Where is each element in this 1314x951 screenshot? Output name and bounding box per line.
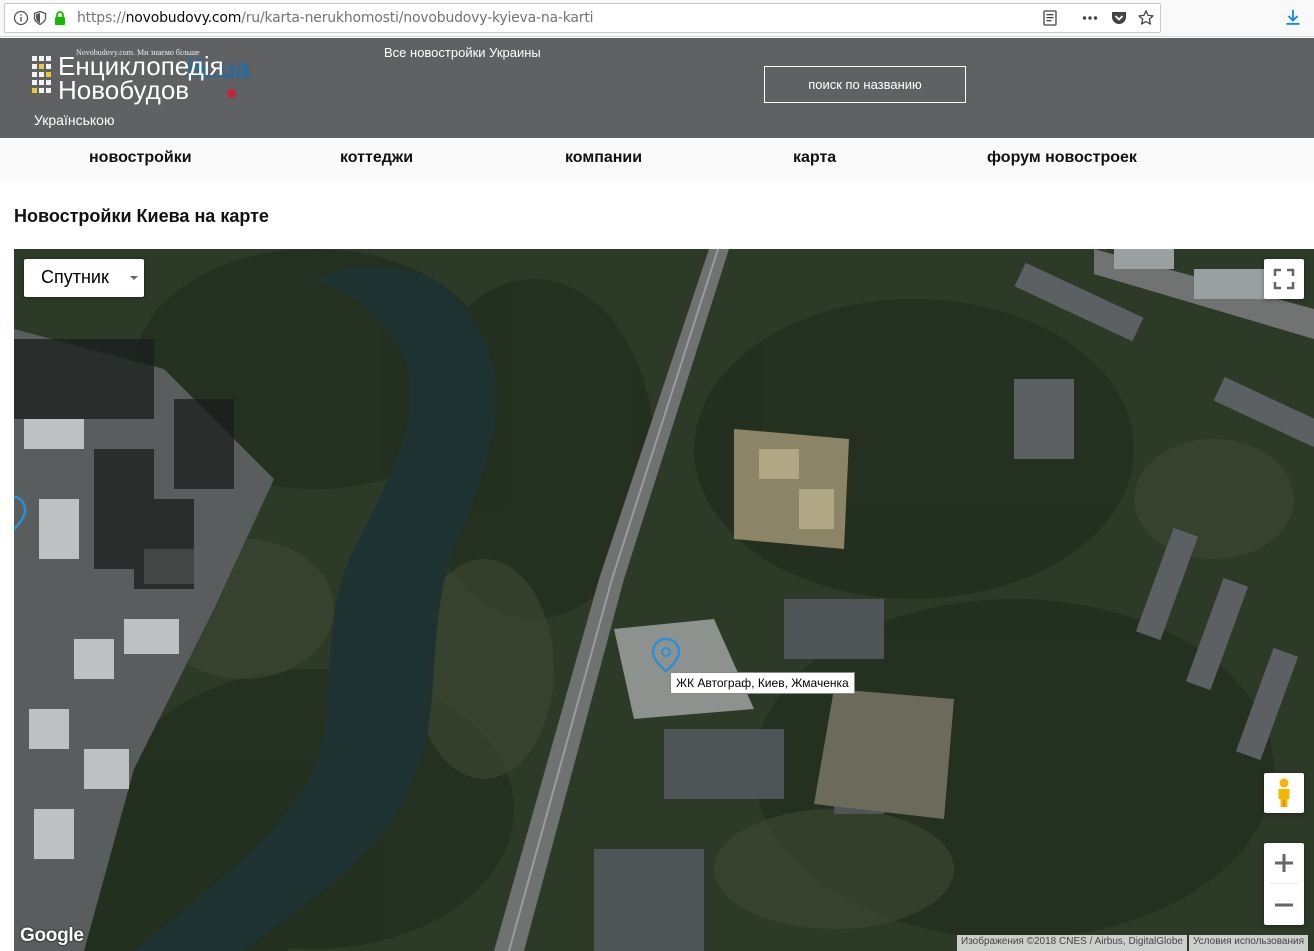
street-view-button[interactable] xyxy=(1264,773,1304,813)
address-bar[interactable]: https://novobudovy.com/ru/karta-nerukhom… xyxy=(4,3,1161,33)
site-logo[interactable]: Novobudovy.com. Ми знаємо більше ik.ua Е… xyxy=(32,48,332,104)
logo-title-line2: Новобудов xyxy=(58,75,190,105)
nav-item-map[interactable]: карта xyxy=(793,149,836,167)
fullscreen-button[interactable] xyxy=(1264,259,1304,299)
reader-view-icon[interactable] xyxy=(1041,9,1059,27)
lock-icon[interactable] xyxy=(52,10,68,26)
url-prefix: https:// xyxy=(77,10,126,26)
url-path: /ru/karta-nerukhomosti/novobudovy-kyieva… xyxy=(241,10,594,26)
site-header: Novobudovy.com. Ми знаємо більше ik.ua Е… xyxy=(0,38,1314,138)
google-logo[interactable]: Google xyxy=(20,925,84,947)
info-icon[interactable] xyxy=(13,10,29,26)
nav-item-companies[interactable]: компании xyxy=(565,149,642,167)
downloads-icon[interactable] xyxy=(1284,8,1302,26)
map-attribution: Изображения ©2018 CNES / Airbus, Digital… xyxy=(957,935,1187,951)
map-type-selector[interactable]: Спутник xyxy=(24,259,144,297)
terms-of-use-link[interactable]: Условия использования xyxy=(1189,935,1308,951)
zoom-separator xyxy=(1270,883,1298,884)
fullscreen-icon xyxy=(1273,268,1295,290)
pocket-icon[interactable] xyxy=(1110,9,1128,27)
chevron-down-icon xyxy=(130,276,138,280)
plus-icon xyxy=(1275,854,1293,872)
logo-grid-icon xyxy=(32,56,51,93)
language-switch-link[interactable]: Українською xyxy=(34,112,114,128)
marker-label[interactable]: ЖК Автограф, Киев, Жмаченка xyxy=(670,672,855,694)
url-text[interactable]: https://novobudovy.com/ru/karta-nerukhom… xyxy=(77,10,594,26)
minus-icon xyxy=(1275,903,1293,907)
header-slogan: Все новостройки Украины xyxy=(384,45,541,60)
page-actions-icon[interactable] xyxy=(1081,9,1099,27)
zoom-out-button[interactable] xyxy=(1264,885,1304,925)
zoom-in-button[interactable] xyxy=(1264,843,1304,883)
map-type-label: Спутник xyxy=(41,267,109,287)
logo-dot xyxy=(227,89,236,98)
zoom-controls xyxy=(1264,843,1304,925)
page-title: Новостройки Киева на карте xyxy=(14,206,269,226)
pegman-icon xyxy=(1278,778,1290,807)
browser-toolbar: https://novobudovy.com/ru/karta-nerukhom… xyxy=(0,0,1314,37)
satellite-imagery xyxy=(14,249,1314,951)
nav-item-new-buildings[interactable]: новостройки xyxy=(89,149,192,167)
tracking-shield-icon[interactable] xyxy=(32,10,48,26)
nav-item-cottages[interactable]: коттеджи xyxy=(340,149,413,167)
main-nav: новостройки коттеджи компании карта фору… xyxy=(0,138,1314,182)
nav-item-forum[interactable]: форум новостроек xyxy=(987,149,1137,167)
search-by-name-button[interactable]: поиск по названию xyxy=(764,66,966,103)
satellite-map[interactable]: Спутник ЖК Автограф, Киев, Жмаченка Goog… xyxy=(14,249,1314,951)
bookmark-star-icon[interactable] xyxy=(1137,9,1155,27)
url-host: novobudovy.com xyxy=(125,10,242,26)
